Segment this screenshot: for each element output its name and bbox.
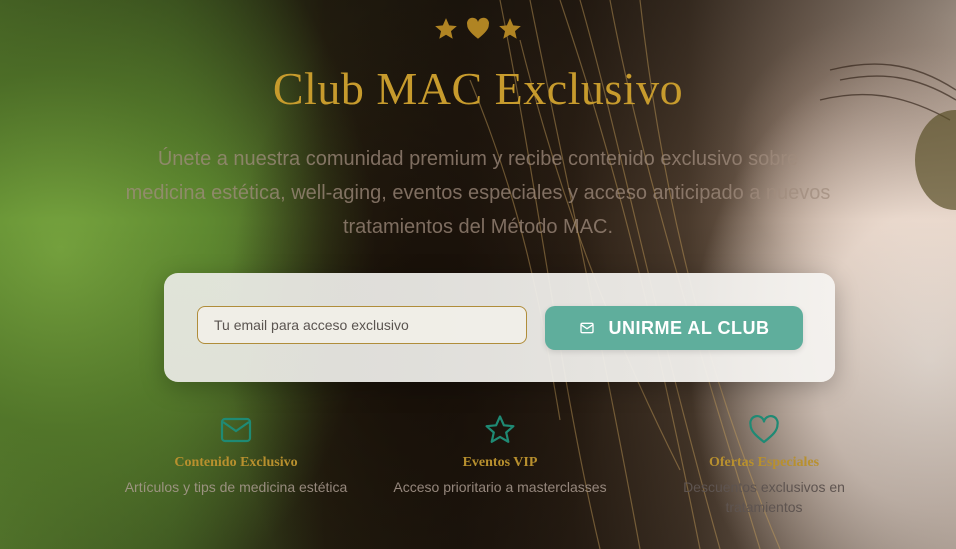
signup-card: UNIRME AL CLUB [164, 273, 835, 382]
email-input[interactable] [197, 306, 527, 344]
star-icon [485, 415, 515, 443]
heart-icon [749, 415, 779, 444]
benefit-item-special-offers: Ofertas Especiales Descuentos exclusivos… [624, 414, 904, 517]
benefit-description: Descuentos exclusivos en tratamientos [683, 479, 845, 515]
benefit-item-exclusive-content: Contenido Exclusivo Artículos y tips de … [96, 414, 376, 497]
mail-icon [220, 417, 252, 443]
page-title: Club MAC Exclusivo [272, 63, 684, 114]
rating-icons [0, 16, 956, 42]
benefit-title: Eventos VIP [462, 455, 538, 470]
page-subtitle: Únete a nuestra comunidad premium y reci… [125, 148, 831, 238]
benefit-title: Ofertas Especiales [708, 455, 820, 470]
benefit-title: Contenido Exclusivo [174, 455, 298, 470]
heart-icon [467, 17, 490, 39]
benefit-description: Artículos y tips de medicina estética [124, 479, 348, 495]
benefit-item-vip-events: Eventos VIP Acceso prioritario a masterc… [360, 414, 640, 497]
star-icon [499, 18, 521, 39]
benefit-description: Acceso prioritario a masterclasses [393, 479, 607, 495]
mail-icon [579, 322, 594, 334]
club-signup-section: Club MAC Exclusivo Únete a nuestra comun… [0, 0, 956, 549]
join-club-button-label: UNIRME AL CLUB [608, 317, 770, 338]
star-icon [435, 18, 457, 39]
join-club-button[interactable]: UNIRME AL CLUB [545, 306, 803, 350]
